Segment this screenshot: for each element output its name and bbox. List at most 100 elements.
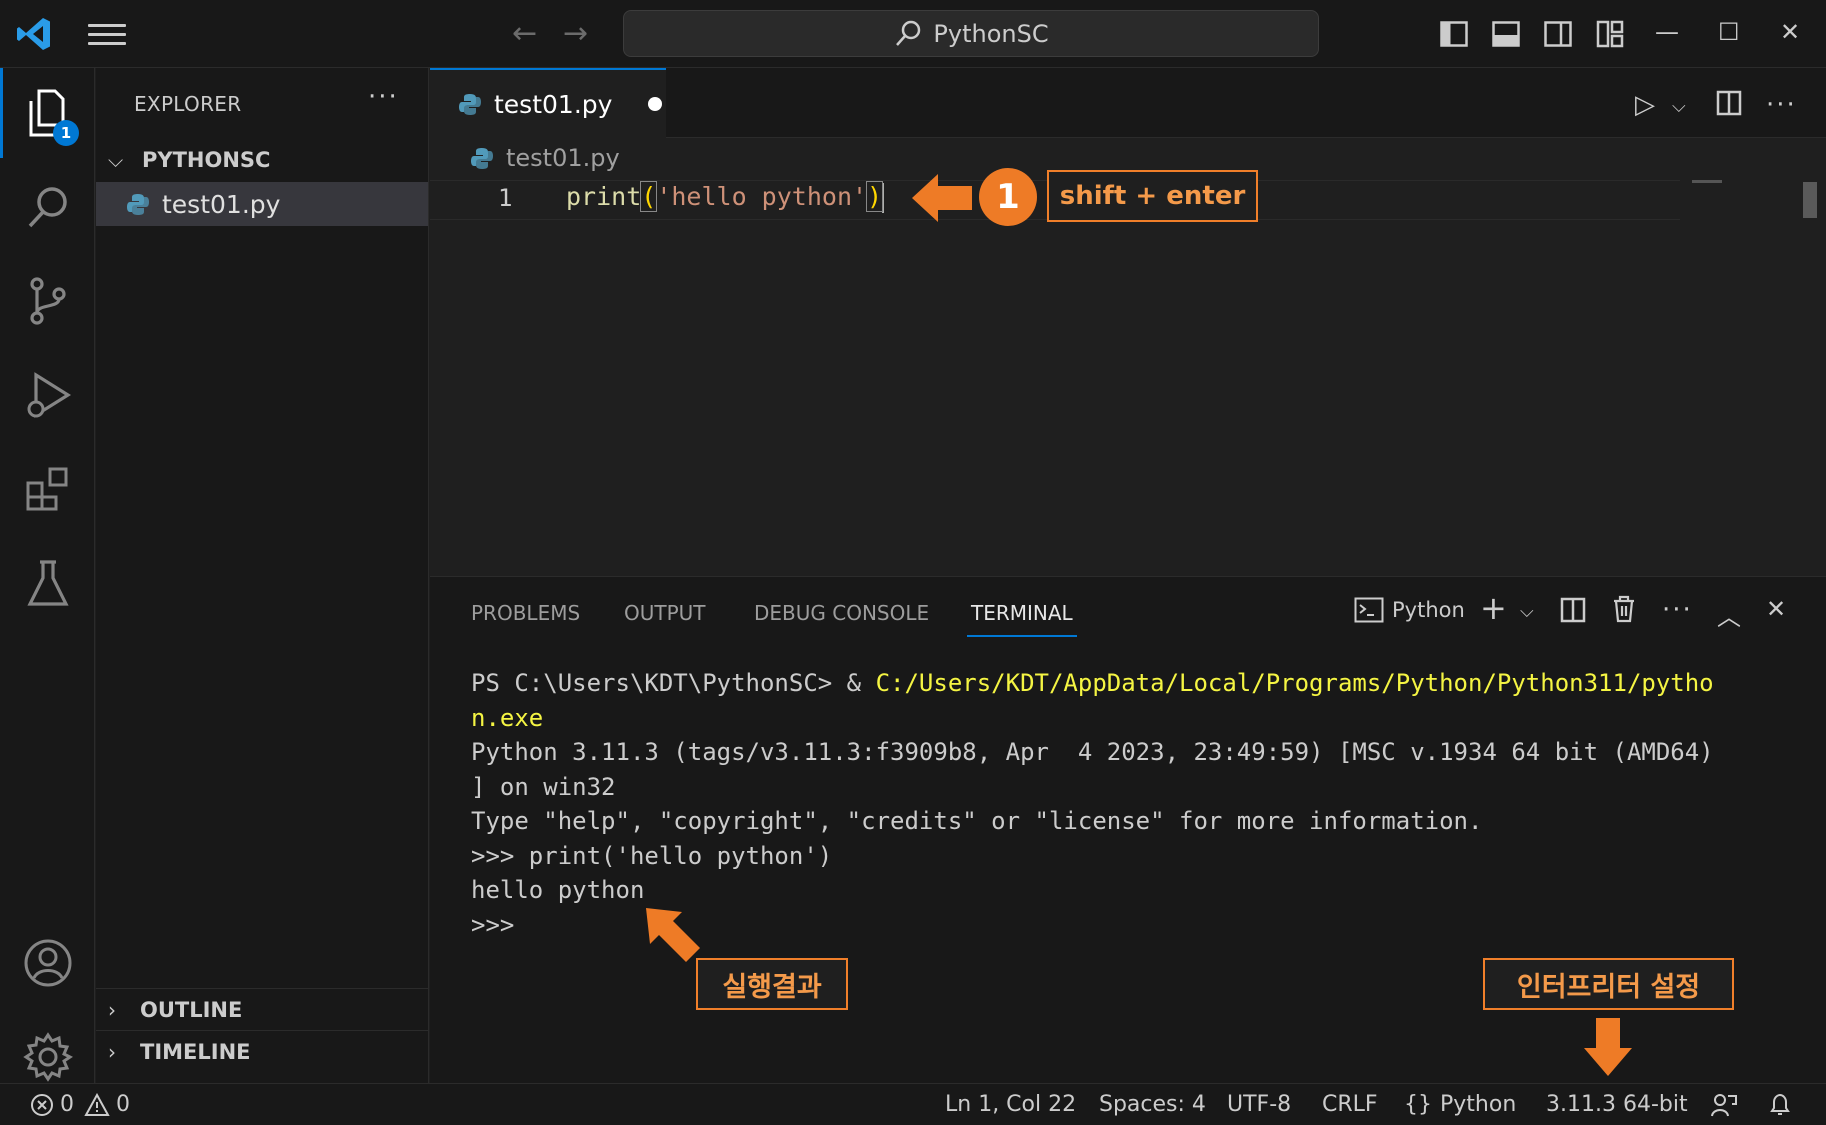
terminal-line: >>> print('hello python') xyxy=(471,841,833,870)
tab-terminal[interactable]: TERMINAL xyxy=(971,601,1073,625)
terminal-prompt: PS C:\Users\KDT\PythonSC> & xyxy=(471,669,876,697)
language-label: Python xyxy=(1440,1092,1517,1117)
activity-run-debug[interactable] xyxy=(0,350,95,440)
active-tab-underline xyxy=(967,635,1077,637)
chevron-right-icon: › xyxy=(108,1039,116,1064)
search-icon xyxy=(896,20,921,46)
chevron-down-icon[interactable]: ⌵ xyxy=(1672,96,1686,117)
code-open-paren: ( xyxy=(640,181,658,212)
language-mode[interactable]: {} Python xyxy=(1404,1092,1516,1117)
file-item-test01[interactable]: test01.py xyxy=(96,182,428,226)
activity-search[interactable] xyxy=(0,162,95,252)
vscode-logo-icon[interactable] xyxy=(14,14,54,54)
python-file-icon xyxy=(127,194,149,215)
explorer-sidebar: EXPLORER ··· ⌵ PYTHONSC test01.py › OUTL… xyxy=(96,68,429,1083)
extensions-icon xyxy=(26,467,67,511)
activity-accounts[interactable] xyxy=(0,918,95,1008)
line-ending[interactable]: CRLF xyxy=(1322,1092,1378,1117)
outline-section[interactable]: › OUTLINE xyxy=(96,988,429,1030)
maximize-panel-icon[interactable]: ︿ xyxy=(1717,597,1741,632)
activity-explorer[interactable]: 1 xyxy=(0,68,95,158)
new-terminal-icon[interactable]: + xyxy=(1480,589,1507,627)
forward-arrow-icon[interactable]: → xyxy=(563,16,588,51)
timeline-section[interactable]: › TIMELINE xyxy=(96,1030,429,1072)
editor-scrollbar[interactable] xyxy=(1803,182,1817,218)
breadcrumb-file[interactable]: test01.py xyxy=(506,144,620,172)
split-editor-icon[interactable] xyxy=(1716,90,1742,116)
breadcrumb: test01.py xyxy=(470,144,620,172)
chevron-down-icon: ⌵ xyxy=(108,148,124,172)
terminal-output[interactable]: PS C:\Users\KDT\PythonSC> & C:/Users/KDT… xyxy=(471,666,1714,942)
text-cursor xyxy=(882,183,885,213)
chevron-right-icon: › xyxy=(108,997,116,1022)
toggle-secondary-sidebar-icon[interactable] xyxy=(1544,20,1572,48)
folder-label: PYTHONSC xyxy=(142,148,271,172)
maximize-icon[interactable]: ☐ xyxy=(1718,18,1740,46)
tab-label: test01.py xyxy=(494,89,613,119)
back-arrow-icon[interactable]: ← xyxy=(512,16,537,51)
python-interpreter[interactable]: 3.11.3 64-bit xyxy=(1546,1092,1688,1117)
toggle-panel-icon[interactable] xyxy=(1492,20,1520,48)
shortcut-label: shift + enter xyxy=(1047,170,1258,222)
python-file-icon xyxy=(471,148,493,169)
activity-source-control[interactable] xyxy=(0,256,95,346)
menu-icon[interactable] xyxy=(88,20,126,48)
tab-problems[interactable]: PROBLEMS xyxy=(471,601,580,625)
source-control-icon xyxy=(29,277,66,325)
encoding[interactable]: UTF-8 xyxy=(1227,1092,1291,1117)
account-icon xyxy=(24,939,71,987)
run-python-icon[interactable]: ▷ xyxy=(1635,90,1655,120)
run-debug-icon xyxy=(27,372,71,418)
outline-label: OUTLINE xyxy=(140,997,243,1022)
activity-testing[interactable] xyxy=(0,538,95,628)
command-center-search[interactable]: PythonSC xyxy=(623,10,1319,57)
step-number-circle: 1 xyxy=(979,168,1037,226)
more-actions-icon[interactable]: ··· xyxy=(1662,595,1693,625)
split-terminal-icon[interactable] xyxy=(1560,597,1586,623)
feedback-icon[interactable] xyxy=(1710,1092,1738,1118)
warning-icon xyxy=(84,1092,110,1116)
code-line-1[interactable]: print('hello python') xyxy=(566,181,885,213)
close-window-icon[interactable]: ✕ xyxy=(1780,18,1800,46)
minimize-icon[interactable]: — xyxy=(1655,18,1679,46)
timeline-label: TIMELINE xyxy=(140,1039,251,1064)
cursor-position[interactable]: Ln 1, Col 22 xyxy=(945,1092,1076,1117)
folder-pythonsc[interactable]: ⌵ PYTHONSC xyxy=(96,142,429,178)
sidebar-title: EXPLORER xyxy=(134,92,242,116)
terminal-icon xyxy=(1354,597,1384,623)
annotation-arrow-up-left-icon xyxy=(646,908,700,962)
more-actions-icon[interactable]: ··· xyxy=(368,82,399,112)
annotation-arrow-left-icon xyxy=(912,174,972,222)
terminal-prompt-line: >>> xyxy=(471,910,515,939)
annotation-arrow-down-icon xyxy=(1584,1018,1632,1076)
python-file-icon xyxy=(459,94,481,115)
minimap[interactable] xyxy=(1692,180,1722,183)
error-icon xyxy=(31,1093,53,1116)
chevron-down-icon[interactable]: ⌵ xyxy=(1520,601,1534,622)
indentation[interactable]: Spaces: 4 xyxy=(1099,1092,1206,1117)
file-label: test01.py xyxy=(162,189,281,219)
unsaved-dot-icon[interactable] xyxy=(648,97,663,111)
search-icon xyxy=(28,187,67,228)
flask-icon xyxy=(26,560,69,606)
trash-icon[interactable] xyxy=(1612,595,1636,623)
bell-icon[interactable] xyxy=(1768,1091,1792,1119)
status-bar: 0 0 Ln 1, Col 22 Spaces: 4 UTF-8 CRLF {}… xyxy=(0,1083,1826,1125)
search-text: PythonSC xyxy=(933,19,1049,48)
more-actions-icon[interactable]: ··· xyxy=(1766,90,1797,120)
line-number: 1 xyxy=(498,184,513,212)
close-panel-icon[interactable]: ✕ xyxy=(1766,595,1786,623)
tab-output[interactable]: OUTPUT xyxy=(624,601,706,625)
terminal-profile-label: Python xyxy=(1392,598,1465,622)
problems-status[interactable]: 0 0 xyxy=(30,1092,130,1117)
code-string: 'hello python' xyxy=(656,182,868,211)
tab-test01[interactable]: test01.py xyxy=(430,68,666,138)
terminal-profile[interactable]: Python xyxy=(1354,597,1465,623)
tab-debug-console[interactable]: DEBUG CONSOLE xyxy=(754,601,929,625)
customize-layout-icon[interactable] xyxy=(1596,20,1624,48)
title-bar: ← → PythonSC — ☐ ✕ xyxy=(0,0,1826,68)
editor-tab-bar: test01.py ▷ ⌵ ··· xyxy=(430,68,1826,138)
activity-extensions[interactable] xyxy=(0,444,95,534)
toggle-primary-sidebar-icon[interactable] xyxy=(1440,20,1468,48)
gear-icon xyxy=(22,1032,73,1082)
